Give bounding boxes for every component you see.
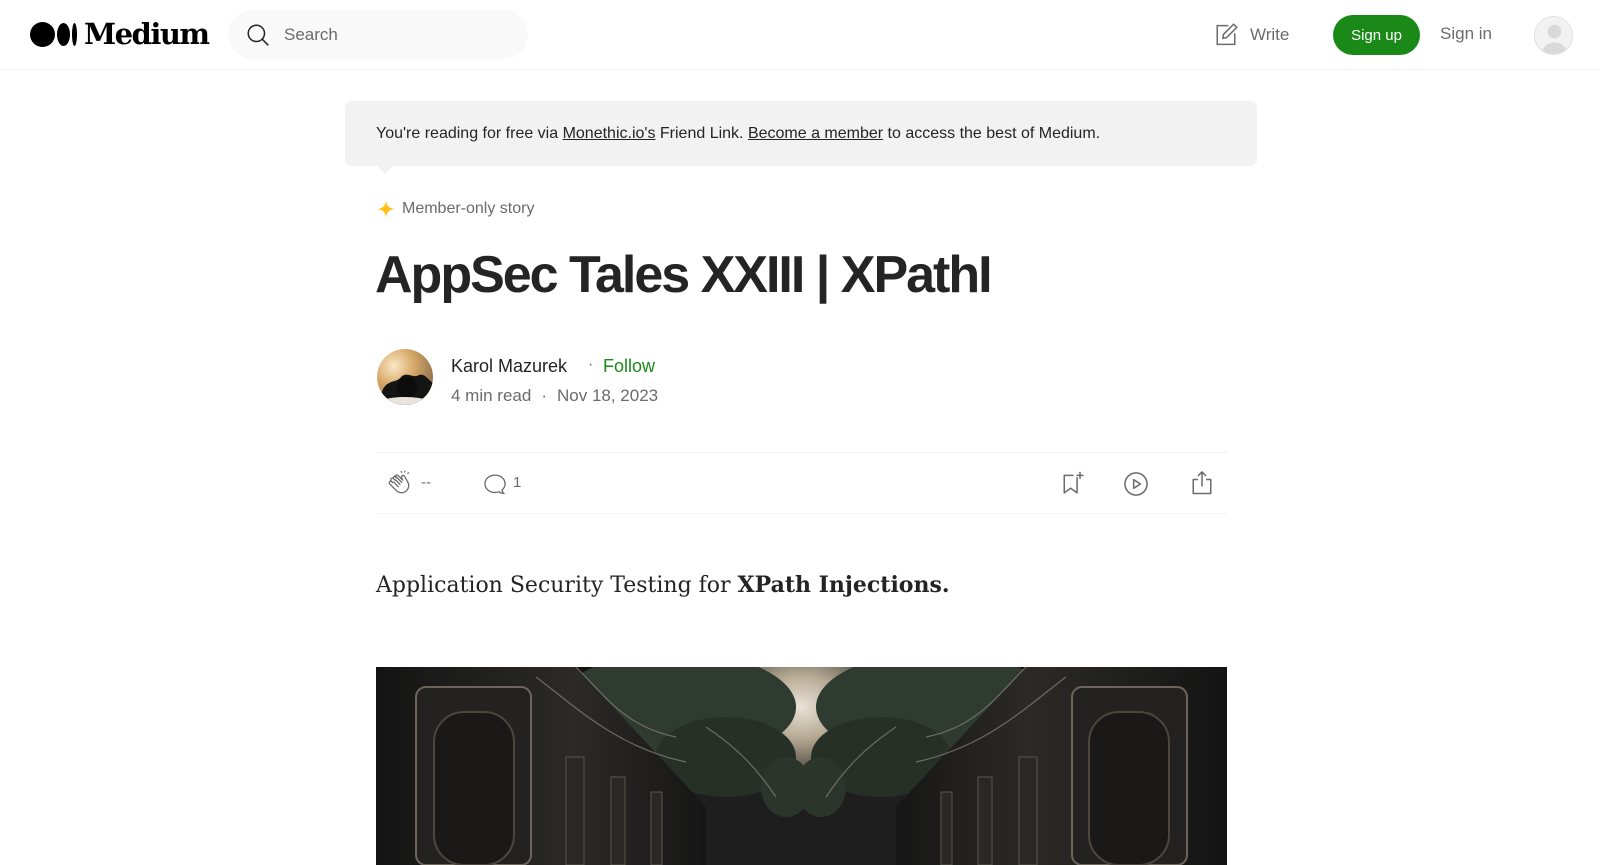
- subtitle-text: Application Security Testing for: [376, 573, 738, 598]
- comment-count: 1: [513, 474, 522, 491]
- medium-logo-mark: [30, 20, 82, 48]
- clap-icon[interactable]: [387, 469, 415, 497]
- friend-link-text: You're reading for free via Monethic.io'…: [376, 125, 1100, 143]
- separator-dot: ·: [588, 356, 594, 373]
- author-avatar-image: [377, 349, 433, 405]
- become-member-link[interactable]: Become a member: [748, 125, 883, 142]
- hero-illustration: [376, 667, 1227, 865]
- star-icon: [377, 200, 395, 218]
- medium-wordmark: Medium: [84, 17, 210, 51]
- article-title: AppSec Tales XXIII | XPathI: [375, 246, 993, 304]
- author-name[interactable]: Karol Mazurek: [451, 356, 567, 377]
- banner-text-middle: Friend Link.: [655, 125, 748, 142]
- separator-dot: ·: [541, 386, 547, 405]
- article-subtitle: Application Security Testing for XPath I…: [376, 572, 950, 598]
- search-bar[interactable]: [228, 10, 528, 59]
- friend-link-banner: You're reading for free via Monethic.io'…: [345, 101, 1257, 174]
- article-action-bar: -- 1: [376, 452, 1227, 514]
- write-button[interactable]: Write: [1212, 20, 1289, 50]
- bookmark-add-icon[interactable]: [1059, 469, 1087, 497]
- article-hero-image: [376, 667, 1227, 865]
- author-avatar[interactable]: [377, 349, 433, 405]
- user-avatar[interactable]: [1534, 16, 1573, 55]
- top-navigation: Medium Write Sign up Sign in: [0, 0, 1600, 70]
- article-meta: 4 min read · Nov 18, 2023: [451, 386, 658, 406]
- subtitle-bold-text: XPath Injections.: [737, 572, 950, 598]
- medium-logo[interactable]: Medium: [30, 17, 210, 51]
- banner-text-prefix: You're reading for free via: [376, 125, 563, 142]
- listen-play-icon[interactable]: [1122, 470, 1150, 498]
- member-only-text: Member-only story: [402, 200, 535, 217]
- member-only-label: Member-only story: [376, 199, 534, 219]
- sign-up-button[interactable]: Sign up: [1333, 15, 1420, 55]
- search-icon: [247, 24, 269, 46]
- publish-date: Nov 18, 2023: [557, 386, 659, 405]
- read-time: 4 min read: [451, 386, 532, 405]
- search-input[interactable]: [284, 20, 504, 49]
- banner-text-suffix: to access the best of Medium.: [883, 125, 1101, 142]
- comment-icon[interactable]: [482, 471, 508, 497]
- sign-in-link[interactable]: Sign in: [1440, 24, 1492, 44]
- write-label: Write: [1250, 25, 1290, 44]
- write-icon: [1216, 23, 1238, 46]
- clap-count: --: [421, 474, 431, 491]
- default-user-icon: [1535, 17, 1572, 54]
- share-icon[interactable]: [1188, 469, 1216, 497]
- follow-button[interactable]: Follow: [603, 356, 655, 377]
- friend-link[interactable]: Monethic.io's: [563, 125, 656, 142]
- banner-pointer: [377, 166, 393, 174]
